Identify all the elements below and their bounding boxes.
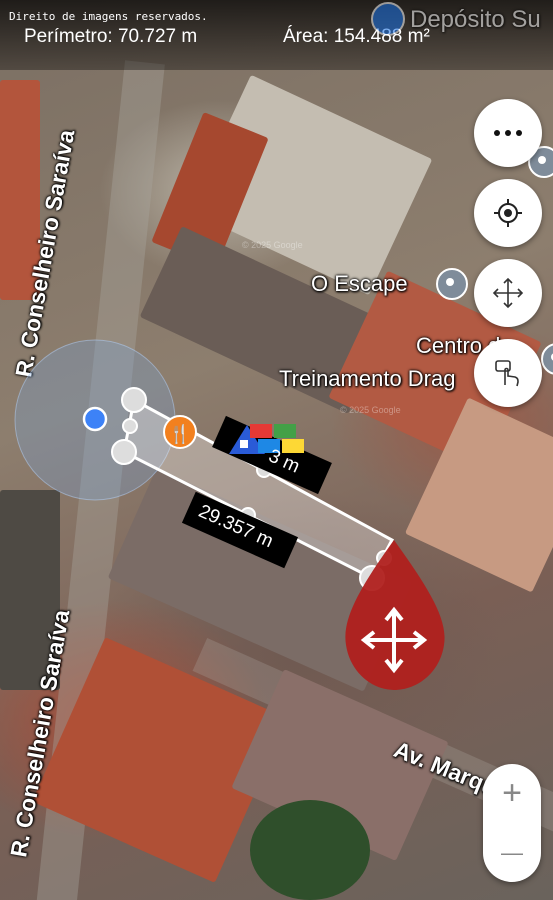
image-credit: Direito de imagens reservados.	[9, 10, 208, 23]
more-horizontal-icon	[494, 130, 522, 136]
zoom-in-button[interactable]: +	[483, 764, 541, 823]
measurement-header: Direito de imagens reservados. Perímetro…	[0, 0, 553, 70]
vertex-handle[interactable]	[121, 387, 147, 413]
zoom-controls: + —	[483, 764, 541, 882]
pan-mode-button[interactable]	[474, 259, 542, 327]
locate-me-button[interactable]	[474, 179, 542, 247]
poi-shopping-icon[interactable]	[371, 2, 405, 36]
vertex-handle[interactable]	[111, 439, 137, 465]
crosshair-icon	[494, 199, 522, 227]
poi-label-deposito[interactable]: Depósito Su	[410, 6, 541, 34]
perimeter-value: Perímetro: 70.727 m	[24, 26, 198, 47]
svg-text:🍴: 🍴	[169, 423, 191, 445]
zoom-out-button[interactable]: —	[483, 823, 541, 882]
touch-mode-button[interactable]	[474, 339, 542, 407]
satellite-map[interactable]: © 2025 Google © 2025 Google R. Conselhei…	[0, 0, 553, 900]
current-location-dot	[82, 406, 108, 432]
move-arrows-icon	[492, 277, 524, 309]
midpoint-handle[interactable]	[122, 418, 138, 434]
touch-hand-icon	[495, 360, 519, 387]
more-options-button[interactable]	[474, 99, 542, 167]
area-value: Área: 154.488 m²	[283, 26, 430, 47]
